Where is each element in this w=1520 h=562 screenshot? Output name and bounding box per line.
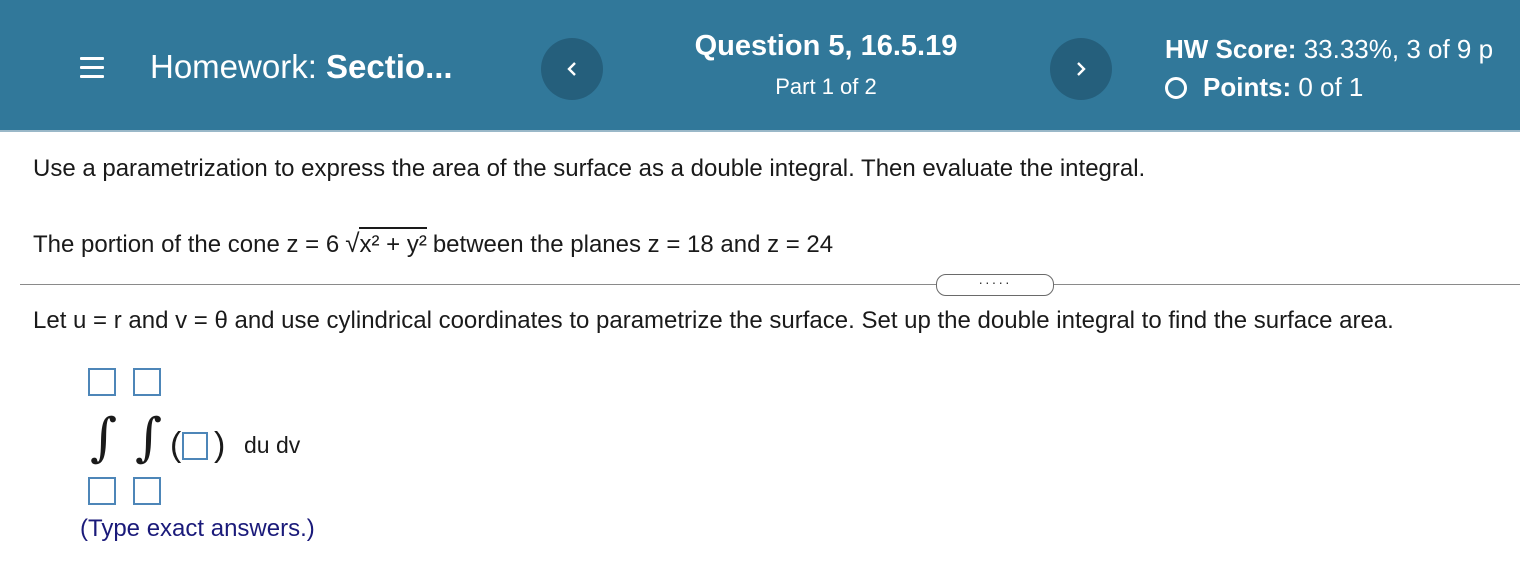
outer-lower-limit-input[interactable] (88, 477, 116, 505)
points-label: Points: (1203, 72, 1292, 102)
hw-score-label: HW Score: (1165, 34, 1297, 64)
right-paren: ) (214, 426, 226, 464)
question-part: Part 1 of 2 (775, 74, 877, 99)
circle-status-icon (1165, 76, 1187, 99)
instruction-text: Use a parametrization to express the are… (33, 155, 1146, 182)
problem-statement: The portion of the cone z = 6 √ x² + y² … (33, 227, 833, 259)
radical-sign-icon: √ (345, 228, 360, 258)
square-root: √ x² + y² (345, 227, 427, 259)
setup-text: Let u = r and v = θ and use cylindrical … (33, 307, 1394, 334)
divider (20, 284, 1520, 285)
outer-integral-sign: ∫ (90, 408, 118, 468)
differential: du dv (244, 432, 301, 458)
inner-lower-limit-input[interactable] (133, 477, 161, 505)
inner-integral-sign: ∫ (135, 408, 163, 468)
question-title: Question 5, 16.5.19 (694, 30, 958, 62)
points: Points: 0 of 1 (1165, 72, 1363, 103)
expand-button[interactable]: ····· (936, 274, 1054, 296)
points-value: 0 of 1 (1298, 72, 1364, 102)
chevron-left-icon (567, 62, 576, 76)
previous-question-button[interactable] (541, 38, 603, 100)
answer-hint: (Type exact answers.) (80, 515, 315, 542)
header-bar: Homework: Sectio... Question 5, 16.5.19 … (0, 0, 1520, 132)
left-paren: ( (170, 426, 182, 464)
chevron-right-icon (1077, 62, 1086, 76)
inner-upper-limit-input[interactable] (133, 368, 161, 396)
outer-upper-limit-input[interactable] (88, 368, 116, 396)
statement-suffix: between the planes z = 18 and z = 24 (432, 231, 834, 258)
homework-title: Homework: Sectio... (150, 48, 453, 86)
next-question-button[interactable] (1050, 38, 1112, 100)
hw-score-value: 33.33%, 3 of 9 p (1303, 34, 1494, 64)
homework-name: Sectio... (326, 48, 453, 85)
radicand: x² + y² (359, 227, 427, 259)
hamburger-menu-icon[interactable] (80, 57, 106, 79)
homework-prefix: Homework: (150, 48, 317, 85)
statement-prefix: The portion of the cone z = 6 (33, 231, 340, 258)
integrand-input[interactable] (182, 432, 208, 460)
hw-score: HW Score: 33.33%, 3 of 9 p (1165, 34, 1493, 65)
